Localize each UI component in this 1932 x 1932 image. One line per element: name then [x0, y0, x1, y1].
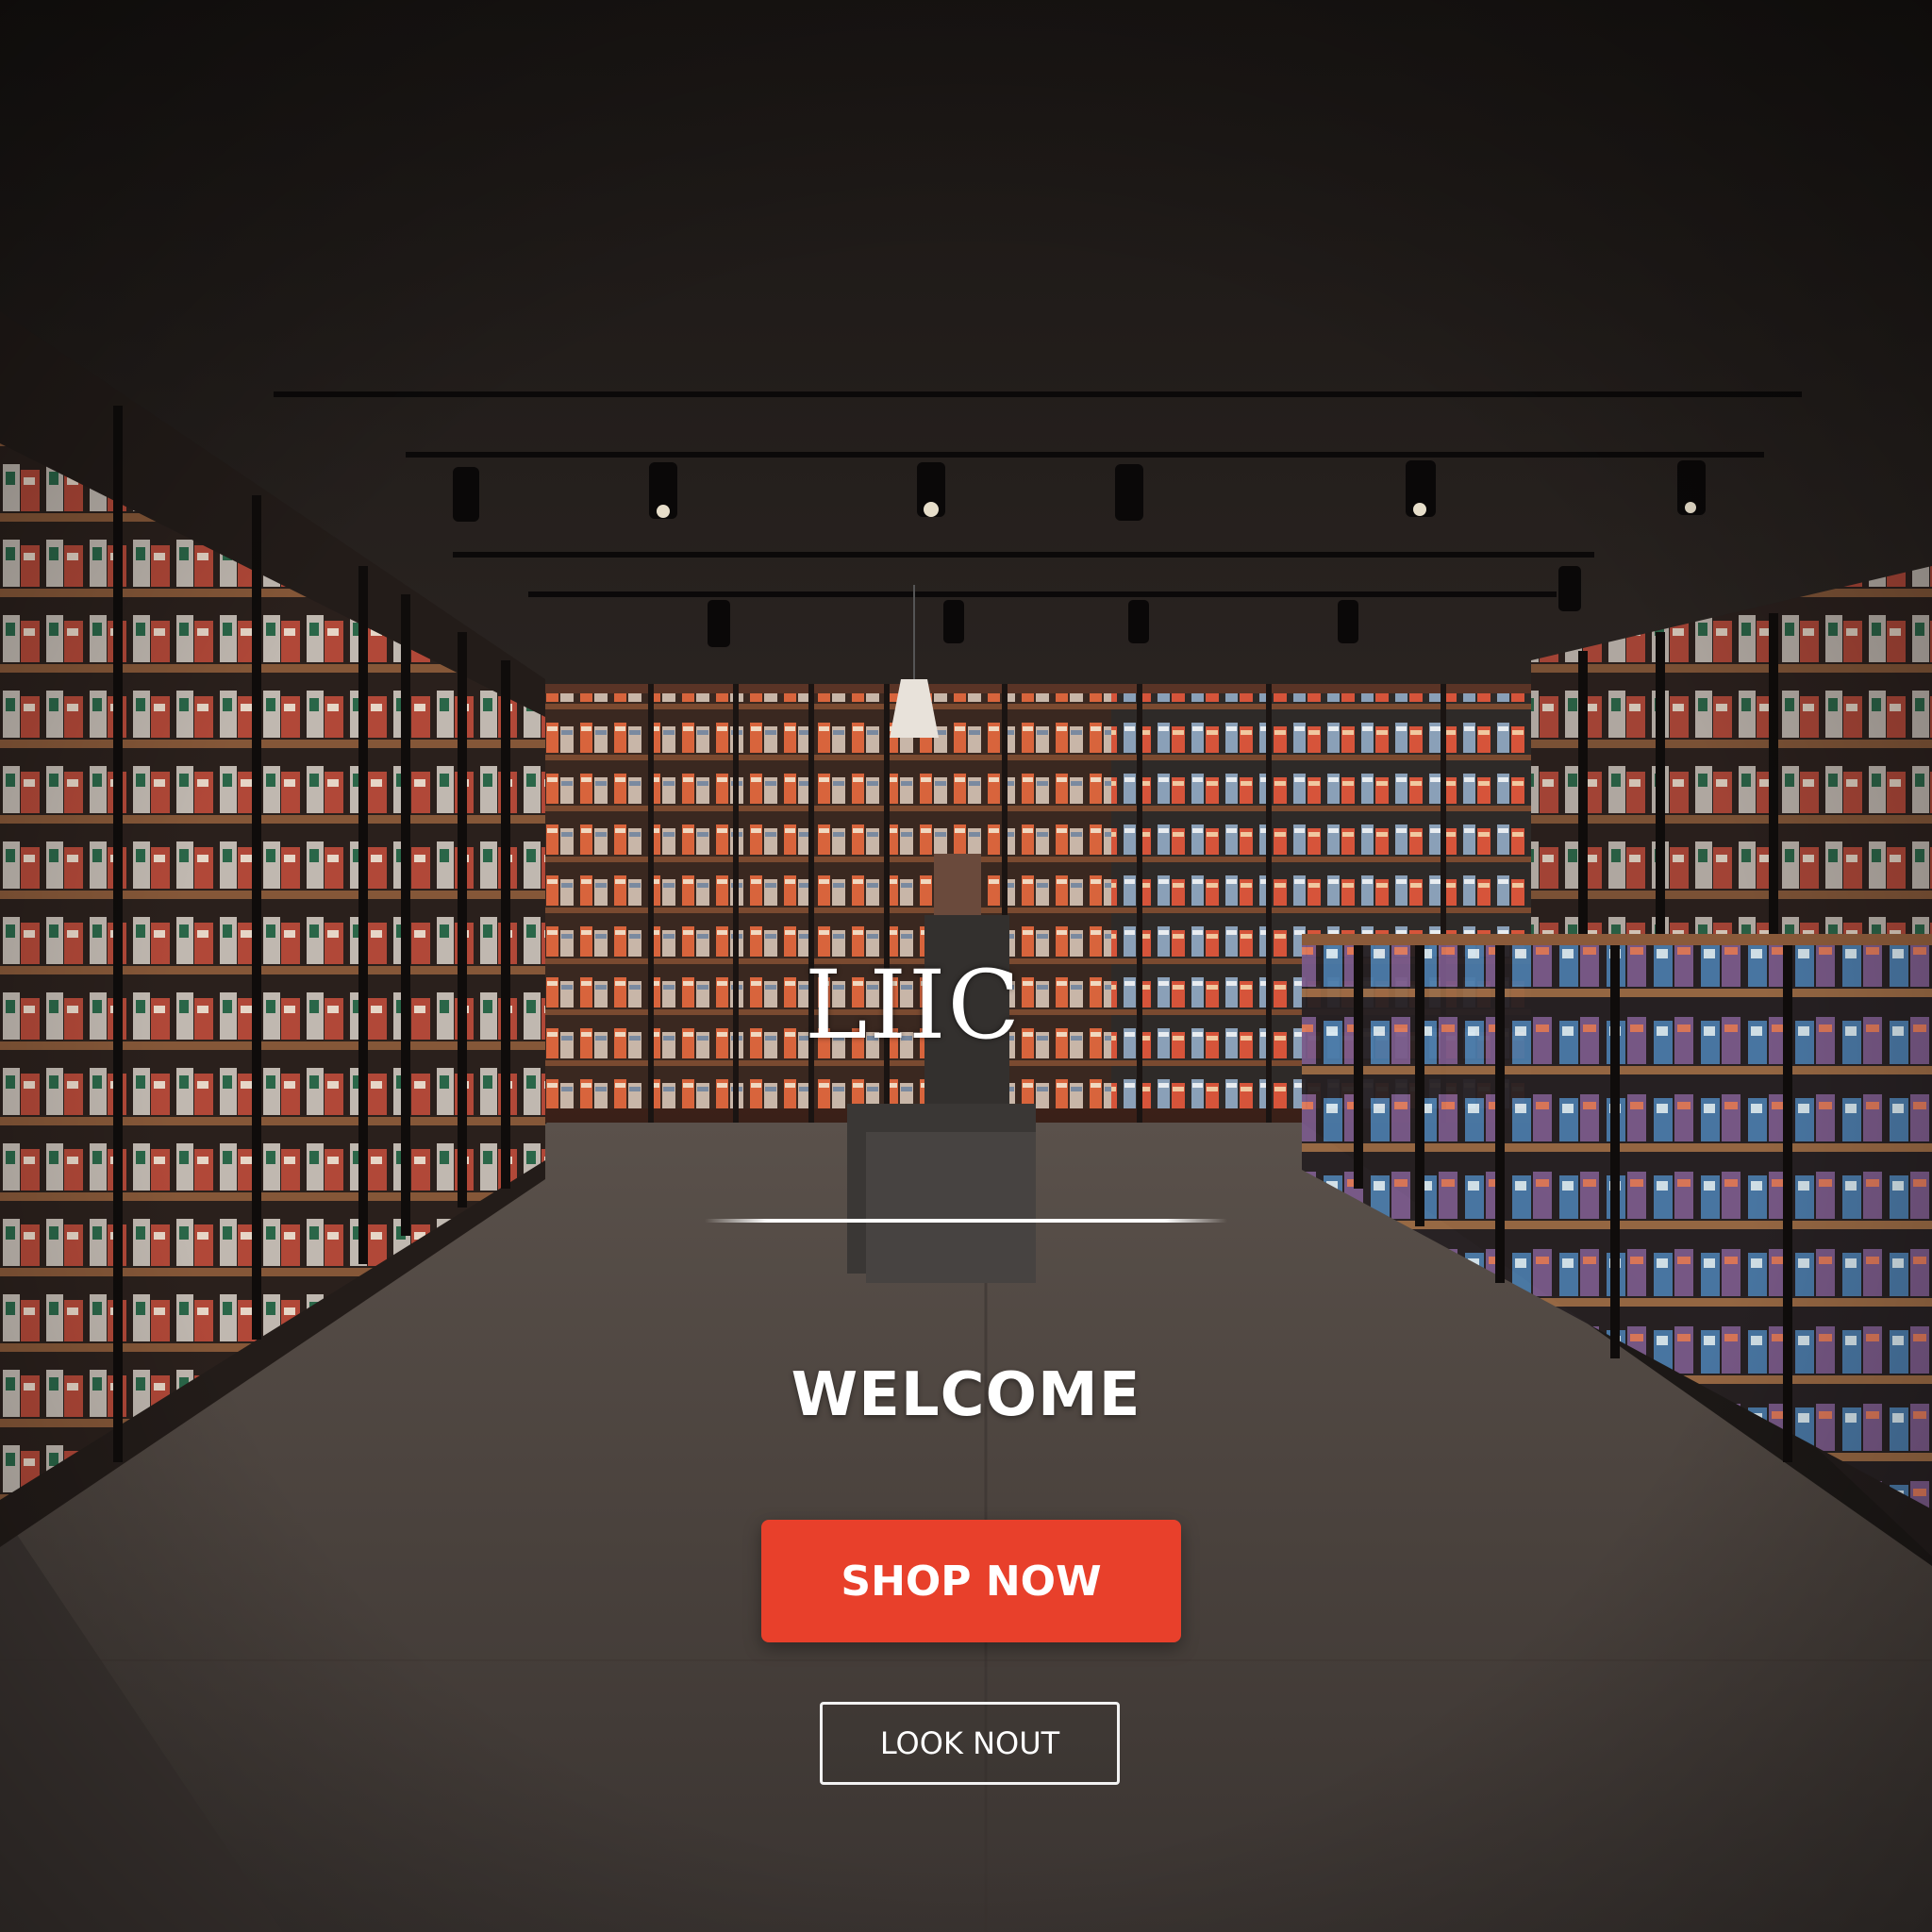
hero-overlay: LIIC WELCOME SHOP NOW LOOK NOUT — [0, 0, 1932, 1932]
welcome-heading: WELCOME — [791, 1360, 1141, 1430]
divider-line — [705, 1219, 1227, 1223]
brand-logo: LIIC — [805, 950, 1022, 1060]
shop-now-button[interactable]: SHOP NOW — [761, 1520, 1181, 1642]
secondary-outline-button[interactable]: LOOK NOUT — [820, 1702, 1120, 1785]
